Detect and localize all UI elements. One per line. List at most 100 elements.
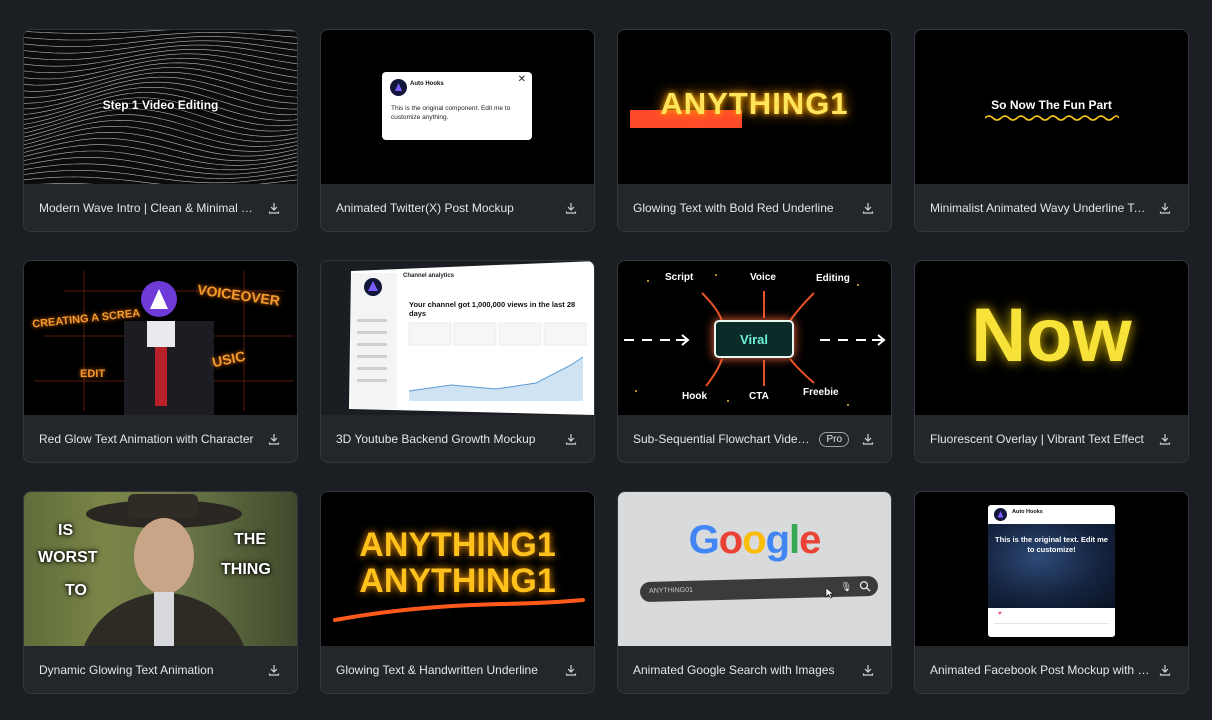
card-footer: Glowing Text with Bold Red Underline: [618, 184, 891, 231]
thumb-word: EDIT: [80, 368, 106, 380]
cursor-icon: [825, 587, 835, 599]
download-icon[interactable]: [1158, 663, 1172, 677]
download-icon[interactable]: [861, 432, 875, 446]
analytics-headline: Your channel got 1,000,000 views in the …: [409, 300, 576, 318]
reactions-icon: ♥: [998, 611, 1002, 617]
google-wordmark: Google: [688, 518, 822, 562]
search-icon: [859, 581, 871, 592]
flow-node: Editing: [816, 273, 850, 284]
download-icon[interactable]: [861, 201, 875, 215]
card-title[interactable]: Dynamic Glowing Text Animation: [39, 663, 259, 677]
grid-lines: [34, 271, 294, 415]
post-text: This is the original text. Edit me to cu…: [995, 535, 1108, 554]
tweet-card: Auto Hooks ✕ This is the original compon…: [382, 72, 532, 140]
thumb-text: Now: [971, 293, 1132, 378]
flow-node: Voice: [750, 272, 776, 283]
download-icon[interactable]: [1158, 432, 1172, 446]
card-thumbnail[interactable]: IS WORST TO THE THING: [24, 492, 297, 646]
template-card[interactable]: IS WORST TO THE THING Dynamic Glowing Te…: [23, 491, 298, 694]
template-card[interactable]: Now Fluorescent Overlay | Vibrant Text E…: [914, 260, 1189, 463]
card-title[interactable]: 3D Youtube Backend Growth Mockup: [336, 432, 556, 446]
download-icon[interactable]: [564, 663, 578, 677]
template-card[interactable]: Script Voice Editing Viral Hook CTA Free…: [617, 260, 892, 463]
x-logo-icon: ✕: [517, 74, 526, 85]
thumb-text: ANYTHING1: [660, 86, 849, 121]
download-icon[interactable]: [564, 201, 578, 215]
card-title[interactable]: Red Glow Text Animation with Character: [39, 432, 259, 446]
template-card[interactable]: Auto Hooks ✕ This is the original compon…: [320, 29, 595, 232]
card-title[interactable]: Fluorescent Overlay | Vibrant Text Effec…: [930, 432, 1150, 446]
thumb-word: IS: [58, 522, 74, 539]
card-title[interactable]: Glowing Text with Bold Red Underline: [633, 201, 853, 215]
template-card[interactable]: VOICEOVER CREATING A SCREA EDIT USIC Red…: [23, 260, 298, 463]
flow-node: Freebie: [803, 387, 839, 398]
facebook-post: Auto Hooks This is the original text. Ed…: [988, 505, 1115, 637]
card-footer: Dynamic Glowing Text Animation: [24, 646, 297, 693]
card-thumbnail[interactable]: ANYTHING1 ANYTHING1: [321, 492, 594, 646]
card-thumbnail[interactable]: Step 1 Video Editing: [24, 30, 297, 184]
download-icon[interactable]: [1158, 201, 1172, 215]
card-thumbnail[interactable]: Script Voice Editing Viral Hook CTA Free…: [618, 261, 891, 415]
thumb-line: ANYTHING1: [359, 526, 556, 564]
handwritten-underline: [333, 598, 585, 622]
google-logo: Google: [618, 518, 891, 563]
thumb-text: Step 1 Video Editing: [102, 98, 219, 112]
card-thumbnail[interactable]: Google ANYTHING01 🎙: [618, 492, 891, 646]
card-footer: Sub-Sequential Flowchart Video | Educati…: [618, 415, 891, 462]
card-thumbnail[interactable]: VOICEOVER CREATING A SCREA EDIT USIC: [24, 261, 297, 415]
pro-badge: Pro: [819, 431, 849, 447]
card-footer: Fluorescent Overlay | Vibrant Text Effec…: [915, 415, 1188, 462]
card-thumbnail[interactable]: Auto Hooks ✕ This is the original compon…: [321, 30, 594, 184]
template-grid: Step 1 Video Editing Modern Wave Intro |…: [23, 29, 1189, 694]
wavy-underline: [985, 115, 1119, 121]
card-thumbnail[interactable]: ANYTHING1: [618, 30, 891, 184]
mic-icon: 🎙: [840, 581, 853, 592]
avatar: [994, 508, 1007, 521]
download-icon[interactable]: [267, 201, 281, 215]
search-bar: ANYTHING01 🎙: [639, 575, 879, 603]
card-thumbnail[interactable]: Auto Hooks This is the original text. Ed…: [915, 492, 1188, 646]
template-card[interactable]: Google ANYTHING01 🎙 Animated Google Sear…: [617, 491, 892, 694]
search-query: ANYTHING01: [648, 586, 694, 595]
template-card[interactable]: Step 1 Video Editing Modern Wave Intro |…: [23, 29, 298, 232]
card-footer: Animated Twitter(X) Post Mockup: [321, 184, 594, 231]
thumb-line: ANYTHING1: [359, 562, 556, 600]
thumb-text: So Now The Fun Part: [991, 98, 1112, 112]
flow-node: Hook: [682, 391, 707, 402]
template-card[interactable]: ANYTHING1 ANYTHING1 Glowing Text & Handw…: [320, 491, 595, 694]
card-title[interactable]: Animated Facebook Post Mockup with Image: [930, 663, 1150, 677]
template-card[interactable]: Channel analytics Your channel got 1,000…: [320, 260, 595, 463]
avatar: [390, 79, 407, 96]
card-thumbnail[interactable]: Now: [915, 261, 1188, 415]
tweet-text: This is the original component. Edit me …: [391, 105, 511, 121]
card-title[interactable]: Glowing Text & Handwritten Underline: [336, 663, 556, 677]
card-title[interactable]: Animated Twitter(X) Post Mockup: [336, 201, 556, 215]
card-footer: Animated Facebook Post Mockup with Image: [915, 646, 1188, 693]
download-icon[interactable]: [267, 432, 281, 446]
template-card[interactable]: ANYTHING1 Glowing Text with Bold Red Und…: [617, 29, 892, 232]
card-thumbnail[interactable]: Channel analytics Your channel got 1,000…: [321, 261, 594, 415]
analytics-heading: Channel analytics: [403, 273, 455, 279]
card-thumbnail[interactable]: So Now The Fun Part: [915, 30, 1188, 184]
card-title[interactable]: Modern Wave Intro | Clean & Minimal Titl…: [39, 201, 259, 215]
download-icon[interactable]: [861, 663, 875, 677]
card-footer: Modern Wave Intro | Clean & Minimal Titl…: [24, 184, 297, 231]
thumb-word: THE: [234, 531, 266, 548]
tweet-author: Auto Hooks: [410, 81, 444, 87]
thumb-word: TO: [65, 582, 87, 599]
flow-node: Script: [665, 272, 694, 283]
download-icon[interactable]: [267, 663, 281, 677]
card-title[interactable]: Animated Google Search with Images: [633, 663, 853, 677]
card-footer: 3D Youtube Backend Growth Mockup: [321, 415, 594, 462]
template-card[interactable]: Auto Hooks This is the original text. Ed…: [914, 491, 1189, 694]
download-icon[interactable]: [564, 432, 578, 446]
template-card[interactable]: So Now The Fun Part Minimalist Animated …: [914, 29, 1189, 232]
thumb-word: WORST: [38, 549, 98, 566]
card-title[interactable]: Sub-Sequential Flowchart Video | Educati…: [633, 432, 811, 446]
card-footer: Glowing Text & Handwritten Underline: [321, 646, 594, 693]
card-title[interactable]: Minimalist Animated Wavy Underline Text …: [930, 201, 1150, 215]
thumb-word: THING: [221, 561, 271, 578]
post-author: Auto Hooks: [1012, 509, 1043, 515]
flow-center-node: Viral: [714, 320, 794, 358]
analytics-mockup: [349, 261, 594, 415]
